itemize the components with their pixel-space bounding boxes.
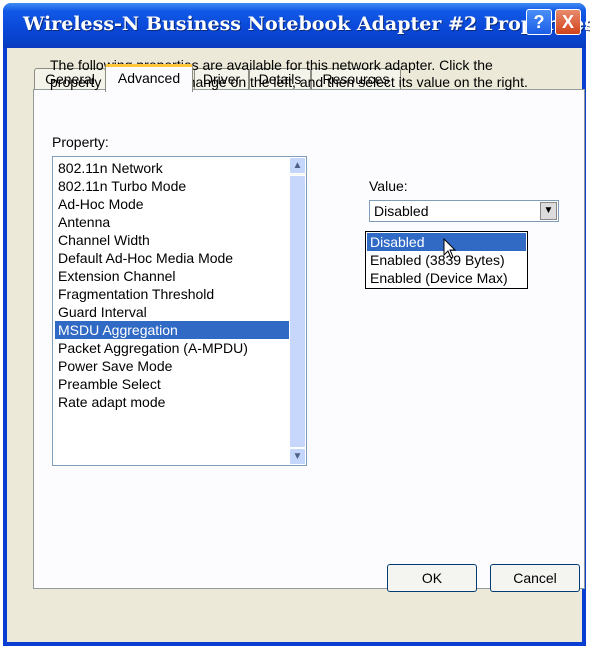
- property-item[interactable]: Default Ad-Hoc Media Mode: [55, 249, 291, 267]
- property-item[interactable]: Rate adapt mode: [55, 393, 291, 411]
- value-option[interactable]: Enabled (Device Max): [367, 269, 526, 287]
- property-label: Property:: [52, 134, 109, 150]
- property-item[interactable]: Power Save Mode: [55, 357, 291, 375]
- cancel-button[interactable]: Cancel: [490, 564, 580, 592]
- close-button[interactable]: X: [555, 9, 581, 35]
- scroll-up-arrow-icon[interactable]: ▲: [289, 157, 306, 174]
- property-item[interactable]: Antenna: [55, 213, 291, 231]
- property-item[interactable]: 802.11n Network: [55, 159, 291, 177]
- property-item[interactable]: Preamble Select: [55, 375, 291, 393]
- property-item[interactable]: Fragmentation Threshold: [55, 285, 291, 303]
- help-icon: ?: [533, 12, 545, 32]
- value-current: Disabled: [374, 203, 429, 219]
- ok-button[interactable]: OK: [387, 564, 477, 592]
- window-title: Wireless-N Business Notebook Adapter #2 …: [23, 13, 590, 35]
- property-item[interactable]: Ad-Hoc Mode: [55, 195, 291, 213]
- property-scrollbar[interactable]: ▲ ▼: [289, 157, 306, 465]
- tab-advanced[interactable]: Advanced: [105, 64, 193, 92]
- property-item[interactable]: 802.11n Turbo Mode: [55, 177, 291, 195]
- property-item[interactable]: Channel Width: [55, 231, 291, 249]
- title-bar[interactable]: Wireless-N Business Notebook Adapter #2 …: [3, 3, 590, 48]
- property-item-selected[interactable]: MSDU Aggregation: [55, 321, 291, 339]
- property-item[interactable]: Packet Aggregation (A-MPDU): [55, 339, 291, 357]
- value-label: Value:: [369, 178, 408, 194]
- property-listbox[interactable]: 802.11n Network 802.11n Turbo Mode Ad-Ho…: [52, 156, 307, 466]
- property-item[interactable]: Guard Interval: [55, 303, 291, 321]
- help-button[interactable]: ?: [526, 9, 552, 35]
- value-combobox[interactable]: Disabled ▼: [369, 200, 559, 222]
- scroll-thumb[interactable]: [289, 175, 306, 448]
- scroll-down-arrow-icon[interactable]: ▼: [289, 448, 306, 465]
- close-icon: X: [561, 12, 574, 32]
- dropdown-arrow-icon[interactable]: ▼: [540, 202, 557, 220]
- property-item[interactable]: Extension Channel: [55, 267, 291, 285]
